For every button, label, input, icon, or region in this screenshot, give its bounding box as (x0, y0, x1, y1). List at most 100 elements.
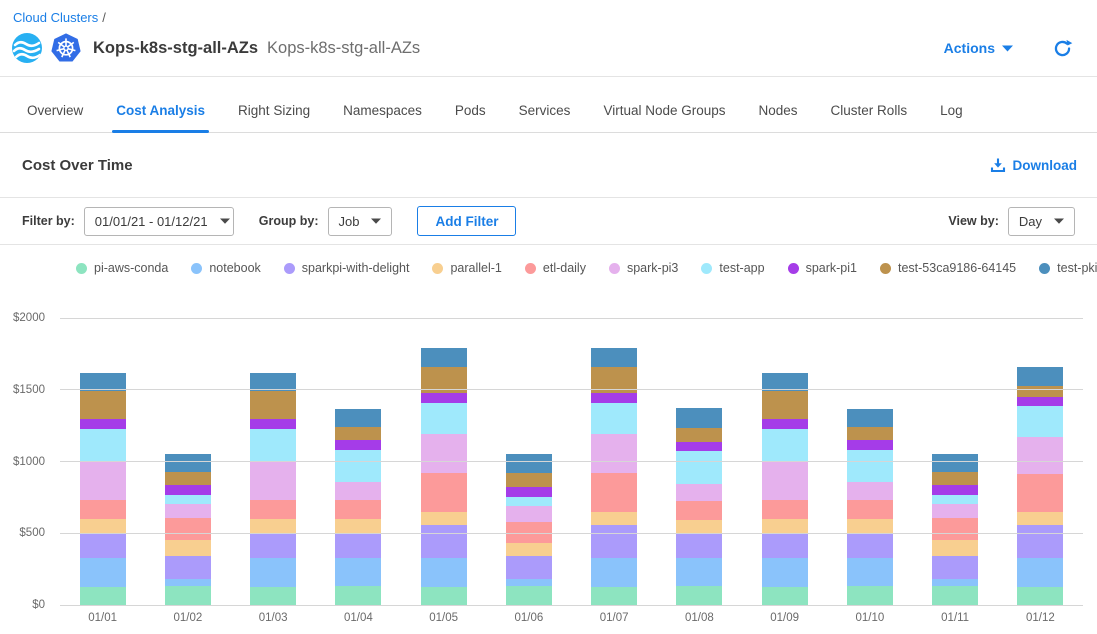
bar-segment-sparkpi-with-delight[interactable] (762, 533, 808, 557)
bar-segment-notebook[interactable] (165, 579, 211, 586)
bar-segment-sparkpi-with-delight[interactable] (591, 525, 637, 558)
tab-overview[interactable]: Overview (27, 103, 83, 132)
bar-segment-spark-pi3[interactable] (591, 434, 637, 473)
bar-segment-spark-pi1[interactable] (421, 393, 467, 402)
tab-right-sizing[interactable]: Right Sizing (238, 103, 310, 132)
bar-segment-pi-aws-conda[interactable] (165, 586, 211, 605)
bar-segment-etl-daily[interactable] (1017, 474, 1063, 512)
bar-segment-test-app[interactable] (847, 450, 893, 482)
bar-segment-notebook[interactable] (421, 558, 467, 587)
bar-segment-test-app[interactable] (80, 429, 126, 461)
bar-segment-sparkpi-with-delight[interactable] (506, 556, 552, 579)
bar-segment-pi-aws-conda[interactable] (676, 586, 722, 605)
legend-item-test-app[interactable]: test-app (701, 261, 764, 275)
bar-segment-notebook[interactable] (762, 558, 808, 587)
tab-log[interactable]: Log (940, 103, 963, 132)
bar-segment-etl-daily[interactable] (421, 473, 467, 512)
bar-segment-test-53ca9186-64145[interactable] (80, 391, 126, 419)
bar-segment-sparkpi-with-delight[interactable] (847, 533, 893, 557)
bar-segment-etl-daily[interactable] (676, 501, 722, 520)
bar-segment-etl-daily[interactable] (762, 500, 808, 519)
bar-segment-test-pkix[interactable] (676, 408, 722, 427)
legend-item-parallel-1[interactable]: parallel-1 (432, 261, 501, 275)
bar-segment-spark-pi3[interactable] (506, 506, 552, 522)
tab-pods[interactable]: Pods (455, 103, 486, 132)
legend-item-notebook[interactable]: notebook (191, 261, 260, 275)
legend-item-test-53ca9186-64145[interactable]: test-53ca9186-64145 (880, 261, 1016, 275)
tab-cluster-rolls[interactable]: Cluster Rolls (831, 103, 908, 132)
bar-segment-etl-daily[interactable] (165, 518, 211, 541)
bar-segment-test-pkix[interactable] (1017, 367, 1063, 386)
bar-segment-test-app[interactable] (165, 495, 211, 504)
bar-segment-test-pkix[interactable] (762, 373, 808, 391)
bar-segment-spark-pi3[interactable] (762, 461, 808, 500)
bar-segment-pi-aws-conda[interactable] (1017, 587, 1063, 605)
bar-segment-notebook[interactable] (250, 558, 296, 587)
bar-segment-test-53ca9186-64145[interactable] (847, 427, 893, 440)
bar-segment-notebook[interactable] (1017, 558, 1063, 587)
bar-segment-spark-pi1[interactable] (1017, 397, 1063, 406)
bar-segment-parallel-1[interactable] (591, 512, 637, 526)
bar-segment-pi-aws-conda[interactable] (762, 587, 808, 605)
breadcrumb-cloud-clusters-link[interactable]: Cloud Clusters (13, 10, 98, 25)
bar-segment-spark-pi3[interactable] (250, 461, 296, 500)
bar-segment-etl-daily[interactable] (80, 500, 126, 519)
bar-segment-test-app[interactable] (591, 403, 637, 434)
legend-item-test-pkix[interactable]: test-pkix (1039, 261, 1097, 275)
bar-segment-sparkpi-with-delight[interactable] (335, 533, 381, 557)
bar-segment-test-53ca9186-64145[interactable] (506, 473, 552, 487)
bar-segment-test-app[interactable] (421, 403, 467, 434)
bar-segment-test-pkix[interactable] (932, 454, 978, 472)
bar-segment-test-pkix[interactable] (421, 348, 467, 367)
bar-segment-test-53ca9186-64145[interactable] (165, 472, 211, 484)
bar-segment-etl-daily[interactable] (250, 500, 296, 519)
bar-segment-test-app[interactable] (932, 495, 978, 504)
bar-segment-spark-pi1[interactable] (932, 485, 978, 495)
bar-segment-test-pkix[interactable] (250, 373, 296, 391)
bar-segment-pi-aws-conda[interactable] (80, 587, 126, 605)
bar-segment-sparkpi-with-delight[interactable] (676, 533, 722, 558)
tab-services[interactable]: Services (519, 103, 571, 132)
bar-segment-sparkpi-with-delight[interactable] (80, 533, 126, 557)
legend-item-spark-pi3[interactable]: spark-pi3 (609, 261, 678, 275)
bar-segment-test-app[interactable] (762, 429, 808, 461)
bar-segment-test-pkix[interactable] (165, 454, 211, 472)
date-range-select[interactable]: 01/01/21 - 01/12/21 (84, 207, 234, 236)
bar-segment-test-pkix[interactable] (335, 409, 381, 428)
bar-segment-spark-pi1[interactable] (847, 440, 893, 450)
bar-segment-test-53ca9186-64145[interactable] (762, 391, 808, 419)
bar-segment-spark-pi1[interactable] (335, 440, 381, 450)
bar-segment-test-53ca9186-64145[interactable] (335, 427, 381, 440)
bar-segment-etl-daily[interactable] (932, 518, 978, 541)
bar-segment-test-pkix[interactable] (591, 348, 637, 367)
bar-segment-parallel-1[interactable] (506, 543, 552, 557)
bar-segment-test-53ca9186-64145[interactable] (250, 391, 296, 419)
bar-segment-etl-daily[interactable] (591, 473, 637, 512)
bar-segment-test-app[interactable] (250, 429, 296, 461)
group-by-select[interactable]: Job (328, 207, 393, 236)
bar-segment-test-53ca9186-64145[interactable] (676, 428, 722, 442)
bar-segment-pi-aws-conda[interactable] (932, 586, 978, 605)
bar-segment-pi-aws-conda[interactable] (250, 587, 296, 605)
bar-segment-sparkpi-with-delight[interactable] (932, 556, 978, 580)
bar-segment-spark-pi1[interactable] (676, 442, 722, 451)
bar-segment-notebook[interactable] (676, 558, 722, 587)
bar-segment-test-app[interactable] (676, 451, 722, 484)
bar-segment-sparkpi-with-delight[interactable] (165, 556, 211, 580)
bar-segment-etl-daily[interactable] (847, 500, 893, 519)
bar-segment-test-53ca9186-64145[interactable] (932, 472, 978, 484)
bar-segment-pi-aws-conda[interactable] (335, 586, 381, 605)
bar-segment-parallel-1[interactable] (1017, 512, 1063, 525)
download-button[interactable]: Download (990, 157, 1078, 173)
bar-segment-spark-pi3[interactable] (676, 484, 722, 501)
bar-segment-pi-aws-conda[interactable] (506, 586, 552, 605)
bar-segment-test-53ca9186-64145[interactable] (1017, 386, 1063, 397)
bar-segment-spark-pi3[interactable] (1017, 437, 1063, 474)
bar-segment-spark-pi1[interactable] (80, 419, 126, 429)
bar-segment-spark-pi1[interactable] (591, 393, 637, 402)
bar-segment-spark-pi1[interactable] (165, 485, 211, 495)
refresh-icon[interactable] (1052, 38, 1073, 59)
bar-segment-test-app[interactable] (335, 450, 381, 482)
bar-segment-sparkpi-with-delight[interactable] (421, 525, 467, 558)
bar-segment-spark-pi3[interactable] (80, 461, 126, 500)
